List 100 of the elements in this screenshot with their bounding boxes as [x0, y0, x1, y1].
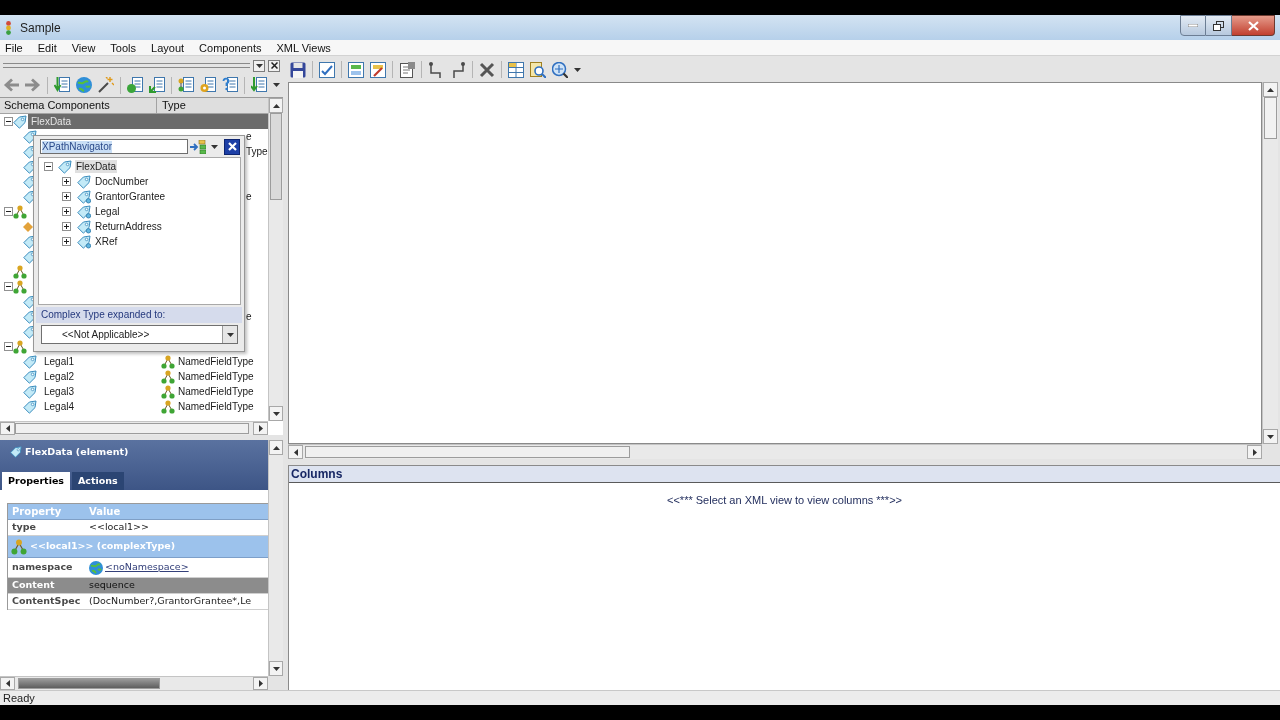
document-pencil-icon[interactable] — [370, 61, 386, 78]
property-row[interactable]: Content sequence — [8, 578, 268, 594]
close-button[interactable] — [224, 138, 240, 155]
scroll-right-button[interactable] — [1247, 445, 1262, 459]
scroll-right-button[interactable] — [253, 422, 268, 435]
menu-item[interactable]: Components — [198, 40, 263, 55]
document-ring-icon[interactable] — [200, 77, 216, 93]
right-arrow-icon — [258, 680, 263, 687]
expand-icon[interactable] — [62, 207, 71, 216]
scrollbar-thumb[interactable] — [18, 678, 160, 689]
collapse-icon[interactable] — [44, 162, 53, 171]
namespace-link[interactable]: <noNamespace> — [105, 560, 189, 575]
scroll-down-button[interactable] — [269, 406, 283, 421]
vertical-scrollbar[interactable] — [268, 98, 283, 421]
scrollbar-thumb[interactable] — [15, 423, 249, 434]
document-table-icon[interactable] — [348, 61, 364, 78]
magic-wand-icon[interactable] — [98, 77, 114, 93]
collapse-icon[interactable] — [4, 342, 13, 351]
expand-icon[interactable] — [62, 192, 71, 201]
close-button[interactable] — [1232, 15, 1275, 36]
tree-item[interactable]: Legal — [94, 205, 121, 218]
save-icon[interactable] — [290, 61, 306, 78]
down-arrow-icon — [272, 666, 280, 671]
document-down-icon[interactable] — [251, 77, 267, 93]
collapse-icon[interactable] — [4, 207, 13, 216]
horizontal-scrollbar[interactable] — [0, 676, 268, 690]
menu-item[interactable]: File — [4, 40, 24, 55]
caret-icon[interactable] — [273, 83, 280, 87]
restore-button[interactable] — [1206, 15, 1232, 36]
scroll-down-button[interactable] — [1263, 429, 1278, 444]
connector-icon[interactable] — [428, 61, 444, 78]
menu-item[interactable]: Edit — [36, 40, 58, 55]
zoom-in-icon[interactable] — [552, 61, 568, 78]
scroll-left-button[interactable] — [288, 445, 303, 459]
tab[interactable]: Actions — [72, 472, 124, 490]
menu-item[interactable]: Tools — [109, 40, 138, 55]
scroll-down-button[interactable] — [269, 661, 283, 676]
vertical-scrollbar[interactable] — [268, 440, 283, 676]
delete-icon[interactable] — [479, 61, 495, 78]
tree-item[interactable]: FlexData — [75, 160, 117, 173]
expand-icon[interactable] — [62, 177, 71, 186]
tab[interactable]: Properties — [2, 472, 70, 490]
expanded-to-dropdown[interactable]: <<Not Applicable>> — [41, 325, 238, 344]
document-down-arrow-icon[interactable] — [54, 77, 70, 93]
menu-item[interactable]: Layout — [150, 40, 186, 55]
tree-item[interactable]: Legal2 — [43, 370, 76, 383]
document-circle-icon[interactable] — [127, 77, 143, 93]
tree-item[interactable]: Legal3 — [43, 385, 76, 398]
horizontal-scrollbar[interactable] — [288, 444, 1262, 459]
scroll-left-button[interactable] — [0, 677, 15, 690]
caret-icon[interactable] — [211, 144, 218, 149]
tag-icon — [23, 384, 37, 399]
document-question-icon[interactable] — [222, 77, 238, 93]
panel-gripper[interactable] — [3, 63, 250, 68]
dropdown-button[interactable] — [222, 326, 237, 343]
connector-icon[interactable] — [450, 61, 466, 78]
expand-icon[interactable] — [62, 237, 71, 246]
scrollbar-thumb[interactable] — [270, 113, 282, 200]
table-icon[interactable] — [508, 61, 524, 78]
tree-item[interactable]: ReturnAddress — [94, 220, 163, 233]
property-row[interactable]: namespace <noNamespace> — [8, 558, 268, 578]
forward-arrow-icon[interactable] — [25, 77, 41, 93]
type-text: Type — [246, 145, 268, 158]
scroll-right-button[interactable] — [253, 677, 268, 690]
scroll-left-button[interactable] — [0, 422, 15, 435]
tree-item[interactable]: XRef — [94, 235, 119, 248]
document-nodes-icon[interactable] — [178, 77, 194, 93]
property-row[interactable]: type <<local1>> — [8, 520, 268, 536]
back-arrow-icon[interactable] — [3, 77, 19, 93]
scroll-up-button[interactable] — [1263, 82, 1278, 97]
document-search-icon[interactable] — [530, 61, 546, 78]
panel-close-button[interactable] — [268, 59, 280, 72]
menu-item[interactable]: XML Views — [275, 40, 332, 55]
vertical-scrollbar[interactable] — [1262, 82, 1278, 444]
tree-item[interactable]: FlexData — [28, 114, 268, 129]
tree-item[interactable]: Legal4 — [43, 400, 76, 413]
notepad-icon[interactable] — [399, 61, 415, 78]
scroll-up-button[interactable] — [269, 440, 283, 455]
horizontal-scrollbar[interactable] — [0, 421, 268, 435]
caret-icon[interactable] — [574, 67, 581, 72]
collapse-icon[interactable] — [4, 117, 13, 126]
expand-icon[interactable] — [62, 222, 71, 231]
down-arrow-icon — [1267, 434, 1274, 439]
property-row[interactable]: ContentSpec (DocNumber?,GrantorGrantee*,Le — [8, 594, 268, 610]
scroll-up-button[interactable] — [269, 98, 283, 113]
menu-item[interactable]: View — [70, 40, 97, 55]
xpath-field[interactable]: XPathNavigator — [40, 139, 188, 154]
tree-item[interactable]: GrantorGrantee — [94, 190, 167, 203]
column-header[interactable]: Type — [157, 98, 268, 114]
globe-icon[interactable] — [76, 77, 92, 93]
tree-arrow-icon[interactable] — [190, 139, 206, 154]
tree-item[interactable]: Legal1 — [43, 355, 76, 368]
scrollbar-thumb[interactable] — [305, 446, 630, 458]
column-header[interactable]: Schema Components — [0, 98, 157, 114]
collapse-icon[interactable] — [4, 282, 13, 291]
document-arrow-icon[interactable] — [149, 77, 165, 93]
scrollbar-thumb[interactable] — [1264, 97, 1277, 139]
tree-item[interactable]: DocNumber — [94, 175, 150, 188]
panel-menu-button[interactable] — [253, 59, 265, 72]
document-check-icon[interactable] — [319, 61, 335, 78]
